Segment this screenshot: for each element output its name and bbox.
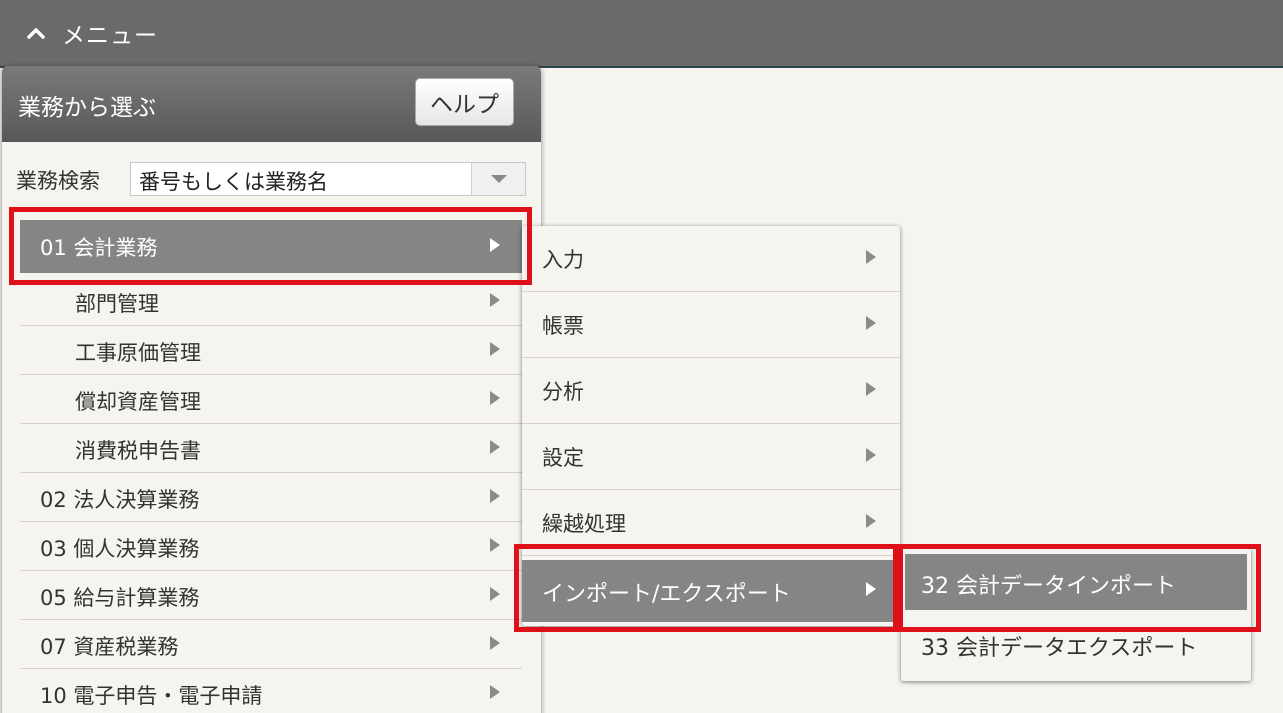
menu-item-payroll[interactable]: 05 給与計算業務 <box>20 571 522 620</box>
menu-item-e-filing[interactable]: 10 電子申告・電子申請 <box>20 669 522 713</box>
chevron-right-icon <box>490 636 500 650</box>
chevron-right-icon <box>490 685 500 699</box>
submenu-item-analysis[interactable]: 分析 <box>522 358 900 424</box>
menu-item-depreciable-assets[interactable]: 償却資産管理 <box>20 375 522 424</box>
submenu-item-label: 分析 <box>542 380 584 404</box>
submenu-item-carry-forward[interactable]: 繰越処理 <box>522 490 900 556</box>
chevron-right-icon <box>866 382 876 396</box>
task-search-input[interactable]: 番号もしくは業務名 <box>139 166 328 196</box>
panel-header: 業務から選ぶ ヘルプ <box>2 66 541 142</box>
menu-item-label: 07 資産税業務 <box>40 635 179 659</box>
submenu-item-label: 繰越処理 <box>542 512 626 536</box>
menu-item-label: 01 会計業務 <box>40 236 158 260</box>
chevron-right-icon <box>490 440 500 454</box>
menu-item-label: 02 法人決算業務 <box>40 488 200 512</box>
task-search-row: 業務検索 番号もしくは業務名 <box>2 162 541 198</box>
menu-item-property-tax[interactable]: 07 資産税業務 <box>20 620 522 669</box>
chevron-right-icon <box>866 250 876 264</box>
submenu-item-settings[interactable]: 設定 <box>522 424 900 490</box>
submenu-item-data-export[interactable]: 33 会計データエクスポート <box>901 612 1251 676</box>
submenu-item-label: インポート/エクスポート <box>542 582 791 607</box>
menu-item-consumption-tax[interactable]: 消費税申告書 <box>20 424 522 473</box>
task-search-label: 業務検索 <box>16 169 100 193</box>
menu-title[interactable]: メニュー <box>62 16 158 50</box>
chevron-right-icon <box>490 342 500 356</box>
menu-item-label: 03 個人決算業務 <box>40 537 200 561</box>
chevron-right-icon <box>490 391 500 405</box>
task-menu-list: 01 会計業務 部門管理 工事原価管理 償却資産管理 消費税申告書 02 法人決… <box>20 220 522 713</box>
submenu-item-label: 入力 <box>542 248 584 272</box>
menu-item-label: 部門管理 <box>75 292 159 316</box>
menu-item-corporate-settlement[interactable]: 02 法人決算業務 <box>20 473 522 522</box>
menu-item-construction-cost[interactable]: 工事原価管理 <box>20 326 522 375</box>
menu-item-label: 消費税申告書 <box>75 439 201 463</box>
chevron-right-icon <box>490 489 500 503</box>
submenu-item-label: 33 会計データエクスポート <box>921 636 1198 661</box>
submenu-item-input[interactable]: 入力 <box>522 226 900 292</box>
menu-item-label: 05 給与計算業務 <box>40 586 200 610</box>
chevron-right-icon <box>866 514 876 528</box>
chevron-right-icon <box>866 448 876 462</box>
chevron-right-icon <box>866 582 876 596</box>
submenu-item-label: 帳票 <box>542 314 584 338</box>
task-panel: 業務から選ぶ ヘルプ 業務検索 番号もしくは業務名 01 会計業務 部門管理 工… <box>2 66 541 713</box>
submenu-item-import-export[interactable]: インポート/エクスポート <box>522 560 900 622</box>
caret-down-icon <box>490 175 507 183</box>
dropdown-button[interactable] <box>471 163 525 195</box>
task-search-combobox[interactable]: 番号もしくは業務名 <box>130 162 526 196</box>
menu-item-accounting[interactable]: 01 会計業務 <box>20 220 522 273</box>
menu-item-label: 工事原価管理 <box>75 341 201 365</box>
chevron-right-icon <box>490 587 500 601</box>
menu-item-label: 償却資産管理 <box>75 390 201 414</box>
submenu-item-data-import[interactable]: 32 会計データインポート <box>905 554 1247 610</box>
chevron-right-icon <box>866 316 876 330</box>
top-menu-bar[interactable]: メニュー <box>0 0 1283 68</box>
menu-item-department[interactable]: 部門管理 <box>20 277 522 326</box>
help-button[interactable]: ヘルプ <box>415 78 514 126</box>
panel-title: 業務から選ぶ <box>18 95 156 121</box>
submenu-item-label: 設定 <box>542 446 584 470</box>
chevron-right-icon <box>490 538 500 552</box>
accounting-submenu: 入力 帳票 分析 設定 繰越処理 インポート/エクスポート <box>522 226 900 626</box>
import-export-submenu: 32 会計データインポート 33 会計データエクスポート <box>901 548 1251 681</box>
chevron-right-icon <box>490 293 500 307</box>
menu-item-label: 10 電子申告・電子申請 <box>40 684 263 708</box>
submenu-item-label: 32 会計データインポート <box>921 574 1176 599</box>
submenu-item-reports[interactable]: 帳票 <box>522 292 900 358</box>
chevron-right-icon <box>490 238 500 252</box>
chevron-up-icon[interactable] <box>26 23 46 43</box>
menu-item-individual-settlement[interactable]: 03 個人決算業務 <box>20 522 522 571</box>
